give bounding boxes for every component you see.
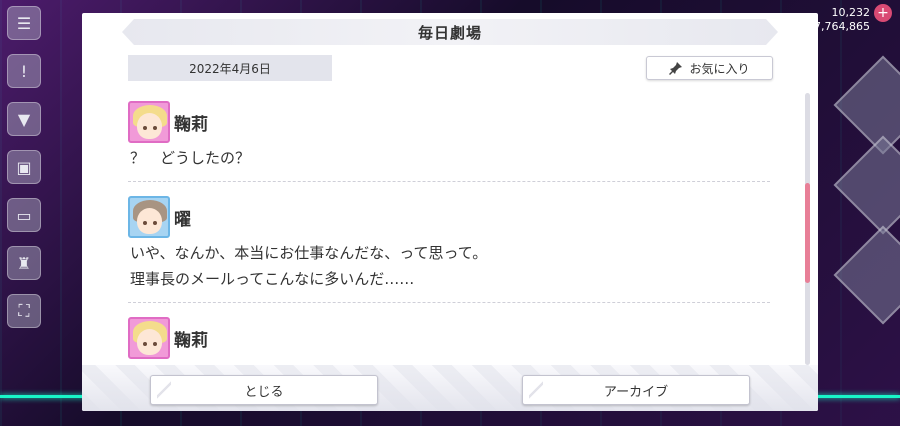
speaker-name: 曜: [174, 209, 191, 230]
date-label: 2022年4月6日: [128, 55, 332, 81]
archive-label: アーカイブ: [603, 384, 669, 400]
basket-icon[interactable]: ▼: [7, 102, 41, 136]
daily-theater-dialog: 毎日劇場 2022年4月6日 お気に入り 鞠莉 ？ どうしたの？ 曜 いや、なん…: [82, 13, 818, 411]
speaker-row: 鞠莉: [128, 315, 770, 361]
dialog-footer: とじる アーカイブ: [82, 365, 818, 411]
speaker-row: 鞠莉: [128, 99, 770, 145]
gift-icon[interactable]: ▣: [7, 150, 41, 184]
close-label: とじる: [244, 384, 284, 400]
speaker-name: 鞠莉: [174, 330, 208, 351]
dialog-header: 毎日劇場: [122, 19, 778, 45]
dialogue-line: いや、なんか、本当にお仕事なんだな、って思って。: [130, 244, 488, 262]
speaker-name: 鞠莉: [174, 114, 208, 135]
right-panel: [818, 0, 900, 426]
right-tile[interactable]: [833, 135, 900, 235]
dialogue-entry: 曜 いや、なんか、本当にお仕事なんだな、って思って。 理事長のメールってこんなに…: [128, 194, 770, 303]
avatar: [128, 196, 170, 238]
monitor-icon[interactable]: ▭: [7, 198, 41, 232]
dialogue-log[interactable]: 鞠莉 ？ どうしたの？ 曜 いや、なんか、本当にお仕事なんだな、って思って。 理…: [128, 99, 770, 369]
right-tile[interactable]: [833, 225, 900, 325]
dialog-title: 毎日劇場: [417, 23, 482, 42]
dialogue-entry: 鞠莉: [128, 315, 770, 369]
scrollbar[interactable]: [805, 93, 810, 365]
add-icon[interactable]: +: [874, 4, 892, 22]
left-rail: ☰ ! ▼ ▣ ▭ ♜ ⛶: [0, 0, 48, 426]
menu-icon[interactable]: ☰: [7, 6, 41, 40]
trophy-icon[interactable]: ♜: [7, 246, 41, 280]
fullscreen-icon[interactable]: ⛶: [7, 294, 41, 328]
speaker-row: 曜: [128, 194, 770, 240]
dialogue-line: 理事長のメールってこんなに多いんだ……: [130, 270, 415, 288]
avatar: [128, 101, 170, 143]
favorite-label: お気に入り: [689, 61, 750, 76]
right-tile[interactable]: [833, 55, 900, 155]
close-button[interactable]: とじる: [150, 375, 378, 405]
archive-button[interactable]: アーカイブ: [522, 375, 750, 405]
scroll-thumb[interactable]: [805, 183, 810, 283]
dialogue-entry: 鞠莉 ？ どうしたの？: [128, 99, 770, 182]
pin-icon: [669, 62, 683, 75]
notice-icon[interactable]: !: [7, 54, 41, 88]
favorite-button[interactable]: お気に入り: [646, 56, 773, 80]
dialogue-line: ？ どうしたの？: [130, 149, 251, 167]
score-readout: 10,232 7,764,865: [814, 6, 870, 33]
avatar: [128, 317, 170, 359]
